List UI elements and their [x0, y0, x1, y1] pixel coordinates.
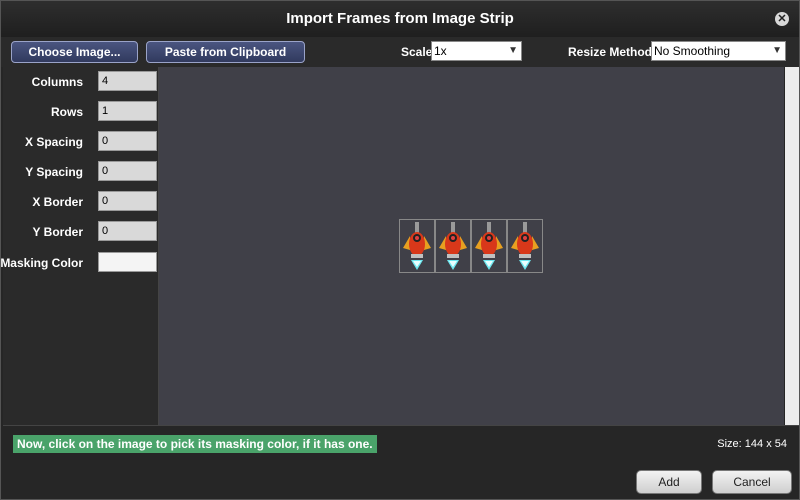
y-spacing-input[interactable]: 0	[98, 161, 157, 181]
spaceship-sprite-icon	[403, 222, 431, 270]
sprite-frame[interactable]	[471, 219, 507, 273]
columns-label: Columns	[31, 75, 83, 89]
chevron-down-icon: ▼	[772, 45, 782, 56]
masking-color-swatch[interactable]	[98, 252, 157, 272]
spaceship-sprite-icon	[511, 222, 539, 270]
close-icon[interactable]: ✕	[775, 12, 789, 26]
x-spacing-label: X Spacing	[24, 135, 83, 149]
rows-input[interactable]: 1	[98, 101, 157, 121]
paste-from-clipboard-button[interactable]: Paste from Clipboard	[146, 41, 305, 63]
y-spacing-label: Y Spacing	[25, 165, 83, 179]
hint-message: Now, click on the image to pick its mask…	[13, 435, 377, 453]
scale-select[interactable]: 1x ▼	[431, 41, 522, 61]
chevron-down-icon: ▼	[508, 45, 518, 56]
status-bar: Now, click on the image to pick its mask…	[3, 425, 799, 464]
rows-label: Rows	[50, 105, 83, 119]
sprite-frame[interactable]	[435, 219, 471, 273]
scale-value: 1x	[434, 44, 447, 58]
dialog-footer: Add Cancel	[1, 463, 799, 499]
spaceship-sprite-icon	[475, 222, 503, 270]
vertical-scrollbar[interactable]	[785, 67, 799, 425]
settings-panel: Columns 4 Rows 1 X Spacing 0 Y Spacing 0…	[0, 67, 159, 425]
sprite-frame[interactable]	[399, 219, 435, 273]
image-preview-canvas[interactable]	[159, 67, 784, 425]
x-border-label: X Border	[32, 195, 83, 209]
add-button[interactable]: Add	[636, 470, 702, 494]
resize-method-value: No Smoothing	[654, 44, 731, 58]
toolbar: Choose Image... Paste from Clipboard Sca…	[1, 37, 799, 67]
x-spacing-input[interactable]: 0	[98, 131, 157, 151]
dialog-title: Import Frames from Image Strip	[286, 10, 514, 27]
resize-method-select[interactable]: No Smoothing ▼	[651, 41, 786, 61]
masking-color-label: Masking Color	[0, 256, 83, 270]
cancel-button[interactable]: Cancel	[712, 470, 792, 494]
choose-image-button[interactable]: Choose Image...	[11, 41, 138, 63]
sprite-frame[interactable]	[507, 219, 543, 273]
import-frames-dialog: Import Frames from Image Strip ✕ Choose …	[0, 0, 800, 500]
resize-method-label: Resize Method	[568, 45, 653, 59]
x-border-input[interactable]: 0	[98, 191, 157, 211]
y-border-label: Y Border	[32, 225, 83, 239]
y-border-input[interactable]: 0	[98, 221, 157, 241]
scale-label: Scale	[401, 45, 433, 59]
image-size-text: Size: 144 x 54	[717, 438, 787, 450]
spaceship-sprite-icon	[439, 222, 467, 270]
title-bar: Import Frames from Image Strip ✕	[1, 1, 799, 37]
columns-input[interactable]: 4	[98, 71, 157, 91]
